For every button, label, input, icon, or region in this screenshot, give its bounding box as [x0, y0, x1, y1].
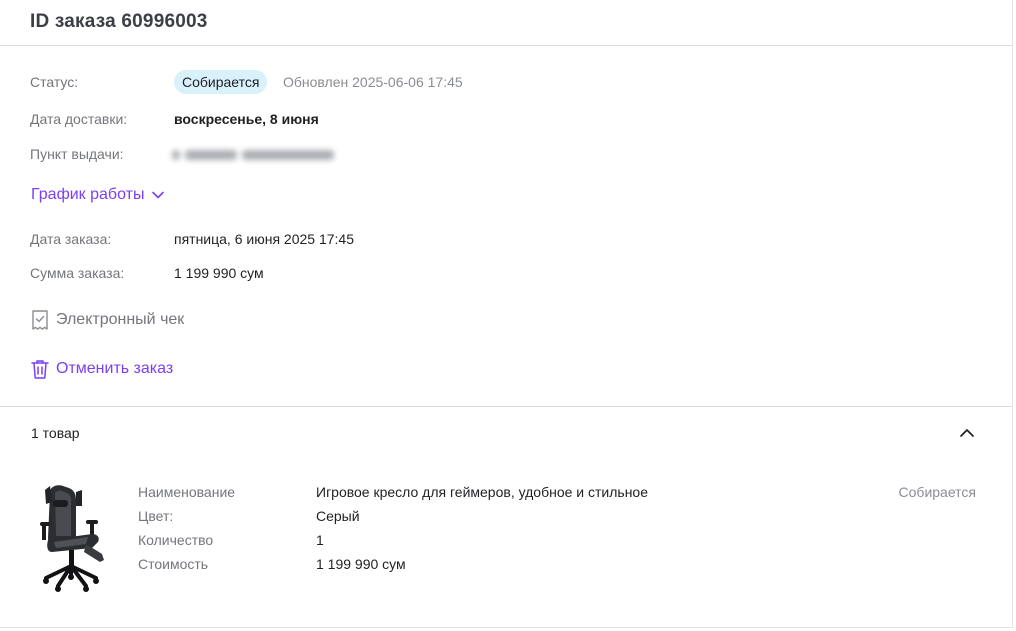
product-quantity-value: 1: [316, 532, 324, 548]
chevron-down-icon: [152, 191, 165, 199]
order-date-label: Дата заказа:: [30, 231, 112, 247]
order-card: ID заказа 60996003 Статус: Собирается Об…: [0, 0, 1013, 628]
status-updated-text: Обновлен 2025-06-06 17:45: [283, 74, 463, 90]
electronic-receipt-link[interactable]: Электронный чек: [30, 309, 184, 331]
order-sum-value: 1 199 990 сум: [174, 265, 264, 281]
product-color-value: Серый: [316, 508, 360, 524]
product-color-label: Цвет:: [138, 508, 174, 524]
status-label: Статус:: [30, 74, 79, 90]
receipt-icon: [32, 310, 48, 330]
product-status: Собирается: [898, 484, 976, 500]
order-id-title: ID заказа 60996003: [30, 11, 208, 32]
items-count-label: 1 товар: [31, 425, 80, 441]
cancel-order-label: Отменить заказ: [56, 360, 174, 377]
schedule-link-label: График работы: [31, 186, 145, 203]
product-image[interactable]: [36, 482, 108, 596]
section-divider: [0, 406, 1013, 407]
delivery-date-value: воскресенье, 8 июня: [174, 111, 319, 127]
schedule-toggle-link[interactable]: График работы: [31, 186, 166, 204]
receipt-link-label: Электронный чек: [56, 311, 185, 328]
pickup-point-label: Пункт выдачи:: [30, 146, 124, 162]
product-name-value[interactable]: Игровое кресло для геймеров, удобное и с…: [316, 484, 648, 500]
trash-icon: [31, 360, 49, 379]
order-date-value: пятница, 6 июня 2025 17:45: [174, 231, 354, 247]
delivery-date-label: Дата доставки:: [30, 111, 128, 127]
order-header: ID заказа 60996003: [0, 0, 1013, 46]
product-price-label: Стоимость: [138, 556, 209, 572]
cancel-order-button[interactable]: Отменить заказ: [30, 358, 173, 380]
order-sum-label: Сумма заказа:: [30, 265, 125, 281]
product-price-value: 1 199 990 сум: [316, 556, 406, 572]
chevron-up-icon[interactable]: [958, 424, 976, 442]
product-quantity-label: Количество: [138, 532, 214, 548]
status-badge: Собирается: [174, 70, 268, 94]
pickup-point-value-blurred: [172, 146, 348, 162]
product-name-label: Наименование: [138, 484, 236, 500]
